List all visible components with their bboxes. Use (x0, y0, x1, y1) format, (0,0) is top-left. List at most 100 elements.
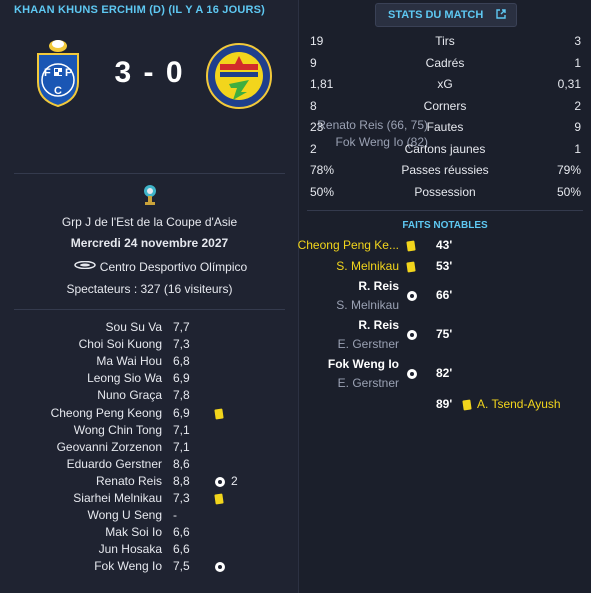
player-name[interactable]: Nuno Graça (97, 388, 162, 402)
stadium-name[interactable]: Centro Desportivo Olímpico (0, 260, 299, 274)
player-row[interactable]: Fok Weng Io 7,5 (0, 558, 299, 575)
match-title[interactable]: KHAAN KHUNS ERCHIM (D) (IL Y A 16 JOURS) (14, 4, 265, 16)
notable-events-title: FAITS NOTABLES (402, 220, 488, 231)
yellow-card-icon (406, 240, 416, 254)
event-player[interactable]: A. Tsend-Ayush (477, 397, 561, 411)
yellow-card-icon (462, 399, 472, 413)
event-player[interactable]: Cheong Peng Ke... (298, 238, 399, 252)
player-rating: 8,8 (173, 473, 190, 488)
event-player[interactable]: S. Melnikau (336, 259, 399, 273)
goal-ball-icon (407, 290, 417, 304)
player-name[interactable]: Wong U Seng (88, 508, 163, 522)
stat-row: 19 Tirs 3 (299, 31, 591, 52)
stat-away-value: 9 (574, 120, 581, 134)
goal-ball-icon (407, 329, 417, 343)
player-rating: 8,6 (173, 456, 190, 471)
goal-ball-icon (215, 476, 225, 490)
yellow-card-icon (406, 261, 416, 275)
stadium-label: Centro Desportivo Olímpico (99, 260, 248, 274)
goal-ball-icon (215, 561, 225, 575)
player-row[interactable]: Siarhei Melnikau 7,3 (0, 490, 299, 507)
player-name[interactable]: Eduardo Gerstner (67, 457, 162, 471)
player-rating: 6,9 (173, 371, 190, 386)
player-name[interactable]: Ma Wai Hou (96, 354, 162, 368)
stat-label: xG (437, 77, 453, 91)
away-team-logo[interactable] (205, 42, 273, 113)
event-scorer[interactable]: Fok Weng Io (328, 357, 399, 371)
competition-name[interactable]: Grp J de l'Est de la Coupe d'Asie (0, 215, 299, 229)
divider (307, 210, 583, 211)
divider (14, 173, 285, 174)
player-rating: 6,9 (173, 405, 190, 420)
player-rating: 7,3 (173, 337, 190, 352)
match-stats-label: STATS DU MATCH (388, 9, 484, 21)
event-minute: 53' (436, 259, 453, 273)
player-name[interactable]: Leong Sio Wa (87, 371, 162, 385)
goal-ball-icon (407, 368, 417, 382)
player-row[interactable]: Leong Sio Wa 6,9 (0, 370, 299, 387)
event-minute: 66' (436, 288, 453, 302)
event-assist[interactable]: E. Gerstner (338, 376, 399, 390)
attendance: Spectateurs : 327 (16 visiteurs) (66, 282, 233, 296)
player-rating: 7,1 (173, 439, 190, 454)
player-rating: 7,1 (173, 422, 190, 437)
player-name[interactable]: Renato Reis (96, 474, 162, 488)
player-row[interactable]: Choi Soi Kuong 7,3 (0, 336, 299, 353)
player-row[interactable]: Ma Wai Hou 6,8 (0, 353, 299, 370)
player-rating: 6,6 (173, 525, 190, 540)
stat-row: 1,81 xG 0,31 (299, 74, 591, 95)
match-date: Mercredi 24 novembre 2027 (70, 236, 229, 250)
stat-away-value: 50% (556, 184, 581, 199)
player-rating: 6,8 (173, 354, 190, 369)
stat-row: 9 Cadrés 1 (299, 53, 591, 74)
player-row[interactable]: Nuno Graça 7,8 (0, 387, 299, 404)
event-minute: 75' (436, 327, 453, 341)
event-scorer[interactable]: R. Reis (358, 279, 399, 293)
player-row[interactable]: Mak Soi Io 6,6 (0, 524, 299, 541)
player-row[interactable]: Renato Reis 8,8 2 (0, 473, 299, 490)
stat-row: 8 Corners 2 (299, 96, 591, 117)
player-row[interactable]: Jun Hosaka 6,6 (0, 541, 299, 558)
stat-away-value: 0,31 (557, 77, 581, 91)
event-assist[interactable]: E. Gerstner (338, 337, 399, 351)
player-row[interactable]: Eduardo Gerstner 8,6 (0, 456, 299, 473)
event-scorer[interactable]: R. Reis (358, 318, 399, 332)
stat-row: 2 Cartons jaunes 1 (299, 139, 591, 160)
stat-away-value: 3 (574, 34, 581, 48)
event-assist[interactable]: S. Melnikau (336, 298, 399, 312)
stat-row: 23 Fautes 9 (299, 117, 591, 138)
player-name[interactable]: Mak Soi Io (105, 525, 162, 539)
event-minute: 43' (436, 238, 453, 252)
yellow-card-icon (214, 493, 224, 507)
stat-away-value: 1 (574, 55, 581, 70)
player-name[interactable]: Wong Chin Tong (74, 423, 162, 437)
player-row[interactable]: Sou Su Va 7,7 (0, 319, 299, 336)
stat-label: Cartons jaunes (404, 141, 486, 156)
player-name[interactable]: Geovanni Zorzenon (57, 440, 162, 454)
player-rating: 7,3 (173, 491, 190, 505)
player-name[interactable]: Sou Su Va (106, 320, 162, 334)
player-rating: 7,7 (173, 320, 190, 334)
divider (14, 309, 285, 310)
stat-label: Possession (414, 184, 476, 199)
player-row[interactable]: Cheong Peng Keong 6,9 (0, 405, 299, 422)
player-row[interactable]: Wong Chin Tong 7,1 (0, 422, 299, 439)
event-minute: 82' (436, 366, 453, 380)
player-name[interactable]: Jun Hosaka (99, 542, 162, 556)
stat-away-value: 2 (574, 98, 581, 113)
player-name[interactable]: Fok Weng Io (94, 559, 162, 573)
player-name[interactable]: Choi Soi Kuong (79, 337, 162, 351)
player-name[interactable]: Cheong Peng Keong (51, 406, 162, 420)
trophy-icon (142, 184, 158, 209)
stat-away-value: 79% (556, 163, 581, 177)
external-link-icon (496, 4, 506, 26)
stat-row: 50% Possession 50% (299, 182, 591, 203)
player-row[interactable]: Geovanni Zorzenon 7,1 (0, 439, 299, 456)
player-rating: 7,8 (173, 388, 190, 403)
player-rating: 7,5 (173, 559, 190, 574)
stat-label: Tirs (435, 34, 455, 48)
player-name[interactable]: Siarhei Melnikau (73, 491, 162, 505)
player-row[interactable]: Wong U Seng - (0, 507, 299, 524)
match-stats-button[interactable]: STATS DU MATCH (375, 3, 517, 27)
yellow-card-icon (214, 407, 224, 422)
